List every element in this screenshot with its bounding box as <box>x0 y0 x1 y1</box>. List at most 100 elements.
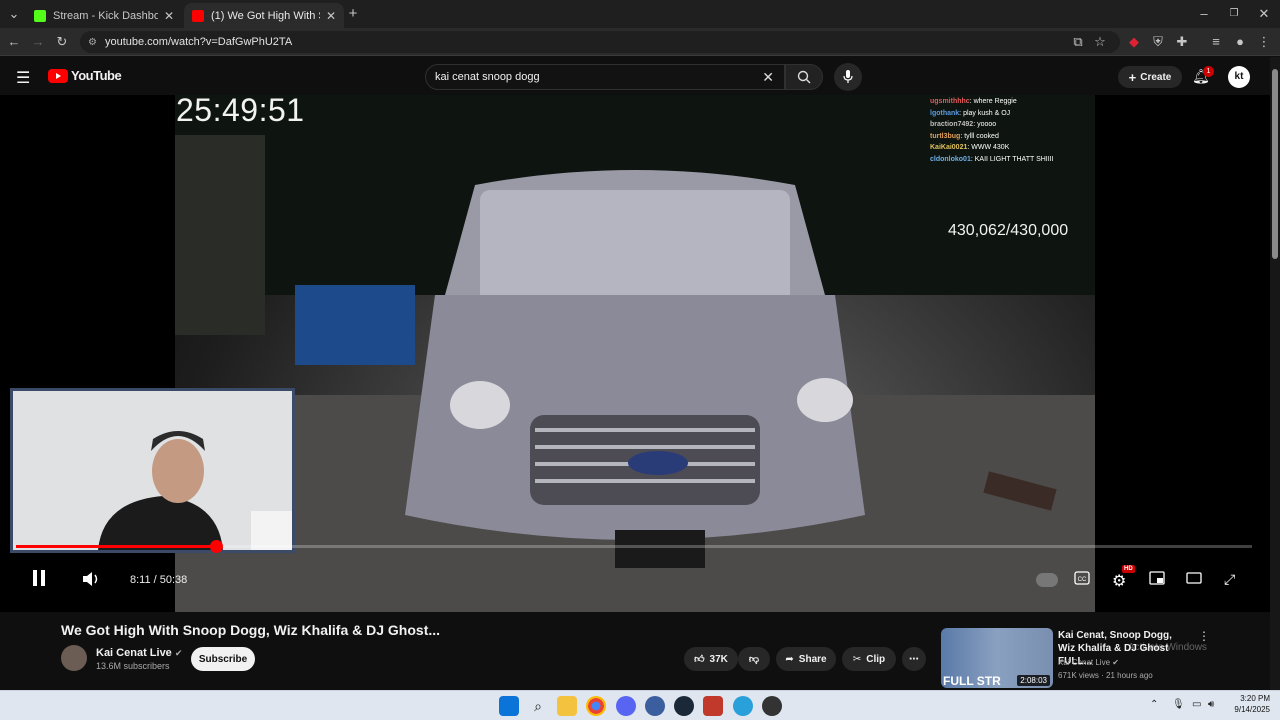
search-input[interactable]: kai cenat snoop dogg ✕ <box>425 64 785 90</box>
shield-icon[interactable]: ⛨ <box>1150 34 1166 50</box>
recommended-channel[interactable]: Kai Cenat Live ✔ <box>1058 658 1119 667</box>
tab-youtube-video[interactable]: (1) We Got High With Snoop Dogg, Wiz Kha… <box>184 3 344 28</box>
file-explorer-icon[interactable] <box>557 696 577 716</box>
seek-bar-played <box>16 545 217 548</box>
video-player[interactable]: ugsmithhhc: where Reggie lgothank: play k… <box>0 95 1270 612</box>
profile-icon[interactable]: ● <box>1232 34 1248 50</box>
tray-network-icon[interactable]: ▭ <box>1192 699 1201 710</box>
forward-icon[interactable]: → <box>30 34 46 50</box>
miniplayer-icon <box>1149 571 1165 585</box>
autoplay-toggle[interactable] <box>1036 573 1058 587</box>
tab-kick-dashboard[interactable]: Stream - Kick Dashboard ✕ <box>26 3 182 28</box>
video-frame[interactable] <box>175 95 1095 612</box>
volume-button[interactable] <box>82 571 100 590</box>
tab-search-icon[interactable]: ⌄ <box>6 6 22 22</box>
taskbar-search-icon[interactable]: ⌕ <box>528 696 548 716</box>
scissors-icon: ✂ <box>852 653 862 665</box>
site-info-icon[interactable]: ⚙ <box>88 37 97 48</box>
channel-avatar[interactable] <box>61 645 87 671</box>
extensions-puzzle-icon[interactable]: ✚ <box>1174 34 1190 50</box>
close-tab-icon[interactable]: ✕ <box>326 9 336 23</box>
time-display: 8:11 / 50:38 <box>130 574 188 586</box>
like-count: 37K <box>709 653 728 665</box>
recommended-video-meta: 671K views · 21 hours ago <box>1058 671 1153 680</box>
app-shield-icon[interactable] <box>703 696 723 716</box>
captions-button[interactable]: CC <box>1074 571 1090 588</box>
chrome-icon[interactable] <box>586 696 606 716</box>
tray-volume-icon[interactable]: 🔊︎ <box>1208 699 1214 710</box>
recommended-menu-icon[interactable]: ⋮ <box>1198 629 1210 643</box>
chat-text: tylll cooked <box>964 132 999 140</box>
account-avatar[interactable]: kt <box>1228 66 1250 88</box>
app-globe-icon[interactable] <box>645 696 665 716</box>
chat-text: where Reggie <box>973 98 1017 105</box>
more-actions-button[interactable]: ⋯ <box>902 647 926 671</box>
channel-name-text: Kai Cenat Live <box>96 647 172 659</box>
clear-search-icon[interactable]: ✕ <box>762 69 774 86</box>
create-button[interactable]: + Create <box>1118 66 1182 88</box>
scrollbar-thumb[interactable] <box>1272 69 1278 259</box>
reload-icon[interactable]: ↻ <box>54 34 70 50</box>
theater-mode-button[interactable] <box>1186 571 1202 588</box>
menu-dots-icon[interactable]: ⋮ <box>1256 34 1272 50</box>
verified-check-icon: ✔ <box>1112 658 1119 667</box>
miniplayer-button[interactable] <box>1149 571 1165 588</box>
settings-button[interactable]: ⚙ <box>1112 571 1126 591</box>
clip-label: Clip <box>866 653 886 665</box>
new-tab-icon[interactable]: + <box>345 6 361 22</box>
subscribe-button[interactable]: Subscribe <box>191 647 255 671</box>
discord-icon[interactable] <box>616 696 636 716</box>
clip-button[interactable]: ✂ Clip <box>842 647 896 671</box>
share-button[interactable]: ➦ Share <box>776 647 836 671</box>
tab-title: (1) We Got High With Snoop Dogg, Wiz Kha… <box>211 9 320 22</box>
svg-text:CC: CC <box>1078 577 1087 583</box>
windows-taskbar: ⌕ ⌃ 🎙︎ ▭ 🔊︎ 3:20 PM 9/14/2025 <box>0 690 1280 720</box>
pause-button[interactable] <box>32 569 46 590</box>
browser-tab-bar: ⌄ Stream - Kick Dashboard ✕ (1) We Got H… <box>0 0 1280 28</box>
tray-chevron-icon[interactable]: ⌃ <box>1150 699 1158 710</box>
bookmark-star-icon[interactable]: ☆ <box>1092 34 1108 50</box>
video-title: We Got High With Snoop Dogg, Wiz Khalifa… <box>61 622 441 638</box>
close-tab-icon[interactable]: ✕ <box>164 9 174 23</box>
windows-start-icon[interactable] <box>499 696 519 716</box>
youtube-logo[interactable]: YouTube <box>48 68 122 83</box>
seek-bar[interactable] <box>16 540 1252 553</box>
restore-icon[interactable]: ❐ <box>1226 6 1242 22</box>
chat-message: cldonloko01: KAII LIGHT THATT SHIIII <box>930 155 1054 163</box>
fullscreen-button[interactable]: ⤢ <box>1224 571 1235 588</box>
voice-search-button[interactable] <box>834 63 862 91</box>
obs-icon[interactable] <box>762 696 782 716</box>
search-button[interactable] <box>785 64 823 90</box>
youtube-header: ☰ YouTube kai cenat snoop dogg ✕ + Creat… <box>0 57 1280 95</box>
stream-chat-overlay: ugsmithhhc: where Reggie lgothank: play k… <box>930 96 1110 165</box>
chat-text: play kush & OJ <box>963 109 1011 117</box>
like-button[interactable]: 👍︎ 37K <box>684 647 738 671</box>
taskbar-clock[interactable]: 3:20 PM 9/14/2025 <box>1226 693 1270 715</box>
install-icon[interactable]: ⧉ <box>1070 34 1086 50</box>
telegram-icon[interactable] <box>733 696 753 716</box>
verified-check-icon: ✔ <box>174 648 183 658</box>
stream-timer-overlay: 25:49:51 <box>176 92 305 128</box>
recommended-video-thumbnail[interactable]: FULL STR 2:08:03 <box>941 628 1053 688</box>
media-icon[interactable]: ≡ <box>1208 34 1224 50</box>
chat-message: lgothank: play kush & OJ <box>930 109 1011 117</box>
minimize-icon[interactable]: – <box>1196 6 1212 22</box>
thumbs-up-icon: 👍︎ <box>694 654 705 665</box>
steam-icon[interactable] <box>674 696 694 716</box>
dislike-button[interactable]: 👎︎ <box>738 647 770 671</box>
close-window-icon[interactable]: ✕ <box>1256 6 1272 22</box>
more-horizontal-icon: ⋯ <box>909 653 919 665</box>
streamer-webcam-image <box>13 391 292 550</box>
extension-icon[interactable]: ◆ <box>1126 34 1142 50</box>
share-label: Share <box>798 653 827 665</box>
channel-name[interactable]: Kai Cenat Live ✔ <box>96 647 182 659</box>
tray-mic-icon[interactable]: 🎙︎ <box>1172 699 1185 710</box>
streamer-webcam-overlay <box>10 388 295 553</box>
search-query: kai cenat snoop dogg <box>435 71 540 83</box>
page-scrollbar[interactable] <box>1270 57 1280 690</box>
hamburger-menu-icon[interactable]: ☰ <box>16 68 30 88</box>
chat-text: KAII LIGHT THATT SHIIII <box>974 155 1054 163</box>
back-icon[interactable]: ← <box>6 34 22 50</box>
plus-icon: + <box>1128 69 1137 85</box>
address-bar[interactable]: ⚙ youtube.com/watch?v=DafGwPhU2TA <box>80 31 1120 53</box>
